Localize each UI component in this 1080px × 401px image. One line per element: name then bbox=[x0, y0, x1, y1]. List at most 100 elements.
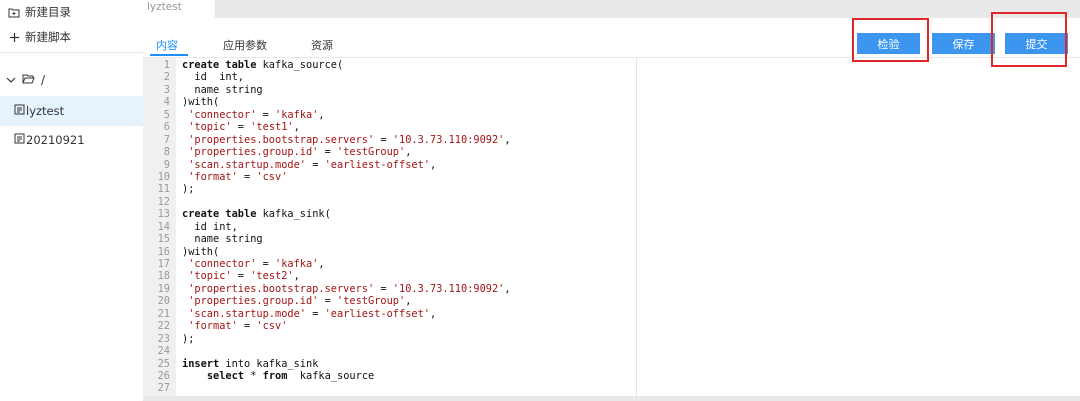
sidebar: 新建目录 新建脚本 / lyztest 20210921 bbox=[0, 0, 143, 401]
sidebar-item-20210921[interactable]: 20210921 bbox=[0, 125, 143, 155]
code-text: 'format' = 'csv' bbox=[182, 170, 288, 183]
code-line: 22 'format' = 'csv' bbox=[143, 320, 643, 332]
line-number: 4 bbox=[163, 96, 170, 109]
line-number: 5 bbox=[163, 108, 170, 121]
new-script-button[interactable]: 新建脚本 bbox=[8, 27, 71, 47]
code-text: create table kafka_source( bbox=[182, 59, 344, 71]
line-number: 19 bbox=[157, 282, 170, 295]
tree-root-label: / bbox=[41, 73, 46, 87]
line-number: 17 bbox=[157, 258, 170, 270]
code-line: 7 'properties.bootstrap.servers' = '10.3… bbox=[143, 134, 643, 146]
code-line: 4 )with( bbox=[143, 96, 643, 108]
code-line: 25 insert into kafka_sink bbox=[143, 358, 643, 370]
code-text: )with( bbox=[182, 245, 220, 258]
code-line: 3 name string bbox=[143, 84, 643, 96]
code-line: 24 bbox=[143, 345, 643, 357]
code-lines[interactable]: 1 create table kafka_source(2 id int, 3 na… bbox=[143, 59, 643, 395]
code-line: 23); bbox=[143, 333, 643, 345]
tab-app-params[interactable]: 应用参数 bbox=[223, 37, 267, 53]
new-directory-label: 新建目录 bbox=[25, 5, 71, 19]
sidebar-item-label: lyztest bbox=[26, 104, 65, 118]
line-number: 1 bbox=[163, 59, 170, 71]
line-number: 14 bbox=[157, 220, 170, 233]
tab-content[interactable]: 内容 bbox=[156, 37, 178, 53]
code-line: 17 'connector' = 'kafka', bbox=[143, 258, 643, 270]
code-line: 2 id int, bbox=[143, 71, 643, 83]
file-tab-strip: lyztest bbox=[143, 0, 1080, 18]
code-line: 18 'topic' = 'test2', bbox=[143, 270, 643, 282]
code-line: 1 create table kafka_source( bbox=[143, 59, 643, 71]
code-line: 11); bbox=[143, 183, 643, 195]
line-number: 15 bbox=[157, 233, 170, 246]
code-text: 'connector' = 'kafka', bbox=[182, 258, 325, 270]
plus-icon bbox=[8, 31, 20, 43]
line-number: 21 bbox=[157, 307, 170, 320]
line-number: 12 bbox=[157, 195, 170, 208]
folder-plus-icon bbox=[8, 6, 20, 18]
line-number: 27 bbox=[157, 382, 170, 395]
line-number: 18 bbox=[157, 270, 170, 283]
active-tab-indicator bbox=[150, 54, 188, 56]
line-number: 7 bbox=[163, 133, 170, 146]
line-number: 11 bbox=[157, 183, 170, 196]
line-number: 23 bbox=[157, 332, 170, 345]
line-number: 3 bbox=[163, 83, 170, 96]
line-number: 2 bbox=[163, 71, 170, 84]
code-line: 9 'scan.startup.mode' = 'earliest-offset… bbox=[143, 159, 643, 171]
line-number: 8 bbox=[163, 146, 170, 159]
code-text: 'properties.group.id' = 'testGroup', bbox=[182, 295, 412, 308]
new-script-label: 新建脚本 bbox=[25, 30, 71, 44]
code-text: ); bbox=[182, 183, 195, 196]
code-text: 'properties.bootstrap.servers' = '10.3.7… bbox=[182, 133, 511, 146]
highlight-box-submit bbox=[991, 12, 1067, 67]
code-text: 'properties.group.id' = 'testGroup', bbox=[182, 146, 412, 159]
tab-resources[interactable]: 资源 bbox=[311, 37, 333, 53]
line-number: 6 bbox=[163, 121, 170, 134]
code-line: 21 'scan.startup.mode' = 'earliest-offse… bbox=[143, 308, 643, 320]
code-text: 'format' = 'csv' bbox=[182, 320, 288, 333]
line-number: 20 bbox=[157, 295, 170, 308]
file-tab-lyztest[interactable]: lyztest bbox=[143, 0, 215, 18]
code-text: 'topic' = 'test2', bbox=[182, 270, 300, 283]
new-directory-button[interactable]: 新建目录 bbox=[8, 2, 71, 22]
code-line: 5 'connector' = 'kafka', bbox=[143, 109, 643, 121]
code-line: 26 select * from kafka_source bbox=[143, 370, 643, 382]
code-line: 10 'format' = 'csv' bbox=[143, 171, 643, 183]
sidebar-item-label: 20210921 bbox=[26, 133, 85, 147]
highlight-box-check bbox=[852, 18, 929, 62]
code-text: 'properties.bootstrap.servers' = '10.3.7… bbox=[182, 282, 511, 295]
code-text: 'topic' = 'test1', bbox=[182, 121, 300, 134]
code-line: 16)with( bbox=[143, 246, 643, 258]
save-button[interactable]: 保存 bbox=[932, 33, 995, 54]
code-text: 'scan.startup.mode' = 'earliest-offset', bbox=[182, 158, 437, 171]
code-line: 13 create table kafka_sink( bbox=[143, 208, 643, 220]
code-text: )with( bbox=[182, 96, 220, 109]
line-number: 25 bbox=[157, 357, 170, 370]
line-number: 9 bbox=[163, 158, 170, 171]
tree-root[interactable]: / bbox=[6, 72, 45, 88]
line-number: 13 bbox=[157, 208, 170, 221]
code-line: 19 'properties.bootstrap.servers' = '10.… bbox=[143, 283, 643, 295]
line-number: 22 bbox=[157, 320, 170, 333]
sidebar-item-lyztest[interactable]: lyztest bbox=[0, 96, 143, 126]
code-text: name string bbox=[182, 233, 263, 246]
code-text: 'scan.startup.mode' = 'earliest-offset', bbox=[182, 307, 437, 320]
sidebar-divider bbox=[0, 52, 143, 53]
chevron-down-icon bbox=[6, 73, 16, 87]
code-line: 20 'properties.group.id' = 'testGroup', bbox=[143, 295, 643, 307]
line-number: 26 bbox=[157, 369, 170, 382]
code-line: 12 bbox=[143, 196, 643, 208]
folder-open-icon bbox=[22, 73, 35, 87]
code-text: id int, bbox=[182, 220, 238, 233]
code-text: 'connector' = 'kafka', bbox=[182, 108, 325, 121]
code-text: create table kafka_sink( bbox=[182, 208, 331, 221]
code-text: name string bbox=[182, 83, 263, 96]
code-text: insert into kafka_sink bbox=[182, 357, 319, 370]
code-line: 15 name string bbox=[143, 233, 643, 245]
code-text: id int, bbox=[182, 71, 244, 84]
code-line: 14 id int, bbox=[143, 221, 643, 233]
code-line: 8 'properties.group.id' = 'testGroup', bbox=[143, 146, 643, 158]
code-text: select * from kafka_source bbox=[206, 369, 375, 382]
horizontal-scrollbar[interactable] bbox=[143, 396, 1080, 401]
code-text: ); bbox=[182, 332, 195, 345]
